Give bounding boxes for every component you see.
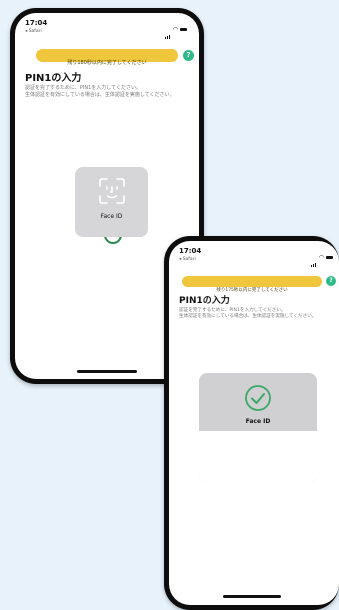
check-circle-icon [245,385,271,411]
faceid-icon [98,178,125,204]
faceid-success-dialog: Face ID [199,373,317,483]
faceid-overlay: Face ID [75,167,148,237]
question-icon: ? [329,277,333,284]
question-icon: ? [186,51,191,59]
help-button[interactable]: ? [326,276,336,286]
description-line-1: 認証を完了するために、PIN1を入力してください。 [25,85,141,91]
timer-banner: 残り175秒以内に完了してください [182,276,322,293]
phone-2-screen: 17:04 ◠ ◂ Safari 残り175秒以内に完了してください ? PIN… [169,241,339,605]
battery-icon [180,27,187,32]
description-line-2: 生体認証を有効にしている場合は、生体認証を実施してください。 [179,314,317,320]
phone-mockup-2: 17:04 ◠ ◂ Safari 残り175秒以内に完了してください ? PIN… [164,236,339,610]
description: 認証を完了するために、PIN1を入力してください。 生体認証を有効にしている場合… [25,85,195,99]
signal-icon [164,20,171,39]
status-icons: ◠ [164,20,187,39]
back-to-safari-link[interactable]: ◂ Safari [25,29,42,34]
help-button[interactable]: ? [183,50,194,61]
timer-banner: 残り180秒以内に完了してください [36,49,178,66]
status-time: 17:04 [179,247,202,255]
dialog-lower-panel [199,431,317,483]
faceid-label: Face ID [245,418,271,425]
wifi-icon: ◠ [318,254,324,261]
home-indicator [223,595,281,598]
status-icons: ◠ [310,248,333,267]
timer-text: 残り180秒以内に完了してください [67,60,147,66]
status-time: 17:04 [25,19,48,27]
back-to-safari-link[interactable]: ◂ Safari [179,257,196,262]
page-title: PIN1の入力 [179,296,230,306]
page-title: PIN1の入力 [25,73,82,84]
description-line-2: 生体認証を有効にしている場合は、生体認証を実施してください。 [25,91,175,98]
description: 認証を完了するために、PIN1を入力してください。 生体認証を有効にしている場合… [179,308,339,320]
wifi-icon: ◠ [172,26,178,33]
signal-icon [310,248,317,267]
battery-icon [326,255,333,260]
faceid-label: Face ID [100,213,123,220]
home-indicator [77,370,137,373]
